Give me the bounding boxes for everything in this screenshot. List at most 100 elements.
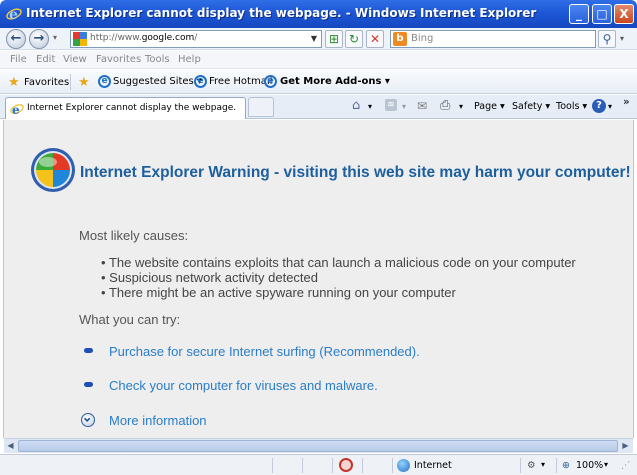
ie-logo-icon: e — [6, 7, 22, 22]
purchase-protection-link[interactable]: Purchase for secure Internet surfing (Re… — [109, 344, 420, 359]
bullet-icon — [84, 348, 93, 353]
ie-page-icon: e — [194, 75, 207, 88]
page-title: Internet Explorer Warning - visiting thi… — [80, 164, 631, 181]
back-button[interactable]: ← — [6, 29, 26, 49]
search-placeholder: Bing — [411, 33, 434, 44]
tab-title: Internet Explorer cannot display the web… — [27, 103, 237, 113]
ie-logo-icon: e — [10, 103, 24, 116]
scroll-right-icon[interactable]: ▶ — [619, 440, 632, 452]
expand-chevron-icon[interactable] — [81, 413, 95, 427]
menu-favorites[interactable]: Favorites — [96, 54, 141, 65]
stop-icon: ✕ — [369, 32, 381, 46]
divider — [556, 458, 557, 473]
help-icon[interactable]: ? — [592, 99, 606, 113]
get-add-ons-link[interactable]: Get More Add-ons ▾ — [280, 76, 390, 87]
zoom-dropdown-icon[interactable]: ▾ — [604, 460, 608, 469]
divider — [392, 458, 393, 473]
globe-icon — [397, 459, 410, 472]
rss-icon[interactable]: ≋ — [385, 99, 397, 111]
maximize-button[interactable]: □ — [592, 4, 612, 24]
print-icon[interactable]: ⎙ — [440, 98, 450, 113]
status-bar: Internet ⚙ ▾ ⊕ 100% ▾ ⋰ — [0, 454, 637, 475]
popup-blocker-icon[interactable]: ⚙ — [527, 460, 536, 471]
security-zone: Internet — [414, 460, 452, 471]
menu-tools[interactable]: Tools — [145, 54, 170, 65]
compatibility-icon: ⊞ — [328, 32, 340, 46]
resize-grip-icon[interactable]: ⋰ — [621, 460, 631, 471]
refresh-button[interactable]: ↻ — [345, 30, 363, 48]
scroll-thumb[interactable] — [18, 440, 618, 452]
more-information-link[interactable]: More information — [109, 413, 207, 428]
divider — [332, 458, 333, 473]
zoom-level[interactable]: 100% — [576, 460, 603, 471]
new-tab-button[interactable] — [248, 97, 274, 117]
free-hotmail-link[interactable]: Free Hotmail — [209, 76, 272, 87]
tools-menu[interactable]: Tools ▾ — [556, 101, 587, 112]
try-title: What you can try: — [79, 312, 181, 327]
history-dropdown-icon[interactable]: ▾ — [53, 33, 57, 42]
divider — [302, 458, 303, 473]
tab-row: e Internet Explorer cannot display the w… — [0, 95, 637, 119]
search-button[interactable]: ⚲ — [598, 30, 616, 48]
address-toolbar: ← → ▾ http://www.google.com/ ▼ ⊞ ↻ ✕ b B… — [0, 28, 637, 50]
menu-view[interactable]: View — [63, 54, 87, 65]
more-commands-icon[interactable]: » — [623, 95, 630, 108]
search-icon: ⚲ — [602, 32, 612, 46]
rss-dropdown-icon[interactable]: ▾ — [402, 102, 406, 111]
check-viruses-link[interactable]: Check your computer for viruses and malw… — [109, 378, 378, 393]
address-input[interactable]: http://www.google.com/ ▼ — [70, 30, 322, 48]
protected-mode-icon[interactable] — [339, 458, 353, 472]
window-title: Internet Explorer cannot display the web… — [26, 6, 537, 20]
help-dropdown-icon[interactable]: ▾ — [608, 102, 612, 111]
forward-button[interactable]: → — [29, 29, 49, 49]
search-input[interactable]: b Bing — [390, 30, 596, 48]
favorites-button[interactable]: ★ Favorites — [6, 74, 70, 90]
close-button[interactable]: X — [614, 4, 634, 24]
url-domain: google.com — [141, 33, 195, 43]
title-bar[interactable]: e Internet Explorer cannot display the w… — [0, 0, 637, 28]
shield-warning-icon — [31, 148, 75, 192]
home-dropdown-icon[interactable]: ▾ — [368, 102, 372, 111]
page-content: Internet Explorer Warning - visiting thi… — [3, 120, 634, 438]
compatibility-button[interactable]: ⊞ — [325, 30, 343, 48]
svg-text:e: e — [9, 7, 18, 22]
stop-button[interactable]: ✕ — [366, 30, 384, 48]
bing-logo-icon: b — [393, 32, 407, 46]
menu-help[interactable]: Help — [178, 54, 201, 65]
star-icon: ★ — [8, 75, 20, 90]
forward-icon: → — [33, 31, 45, 46]
divider — [520, 458, 521, 473]
page-menu[interactable]: Page ▾ — [474, 101, 505, 112]
scroll-left-icon[interactable]: ◀ — [4, 440, 17, 452]
google-favicon-icon — [73, 32, 87, 46]
divider — [362, 458, 363, 473]
ie-page-icon: e — [264, 75, 277, 88]
causes-title: Most likely causes: — [79, 228, 189, 243]
menu-file[interactable]: File — [10, 54, 27, 65]
add-favorites-icon[interactable]: ★ — [78, 76, 90, 89]
divider — [70, 74, 71, 90]
favorites-label: Favorites — [24, 77, 70, 88]
minimize-button[interactable]: _ — [569, 4, 589, 24]
bullet-icon — [84, 382, 93, 387]
menu-bar: File Edit View Favorites Tools Help — [0, 51, 637, 69]
url-suffix: / — [194, 33, 198, 43]
back-icon: ← — [10, 31, 22, 46]
svg-text:e: e — [12, 103, 20, 116]
popup-dropdown-icon[interactable]: ▾ — [541, 460, 545, 469]
divider — [272, 458, 273, 473]
search-options-icon[interactable]: ▾ — [620, 34, 624, 43]
refresh-icon: ↻ — [348, 32, 360, 46]
horizontal-scrollbar[interactable]: ◀ ▶ — [4, 438, 633, 453]
suggested-sites-link[interactable]: Suggested Sites ▾ — [113, 76, 202, 87]
cause-item: • Suspicious network activity detected — [101, 270, 318, 285]
print-dropdown-icon[interactable]: ▾ — [459, 102, 463, 111]
url-prefix: http://www. — [90, 33, 142, 43]
safety-menu[interactable]: Safety ▾ — [512, 101, 550, 112]
menu-edit[interactable]: Edit — [36, 54, 55, 65]
address-dropdown-icon[interactable]: ▼ — [308, 32, 320, 46]
zoom-icon[interactable]: ⊕ — [562, 460, 570, 471]
mail-icon[interactable]: ✉ — [417, 99, 427, 113]
tab-current[interactable]: e Internet Explorer cannot display the w… — [5, 97, 246, 119]
home-icon[interactable]: ⌂ — [352, 98, 360, 113]
